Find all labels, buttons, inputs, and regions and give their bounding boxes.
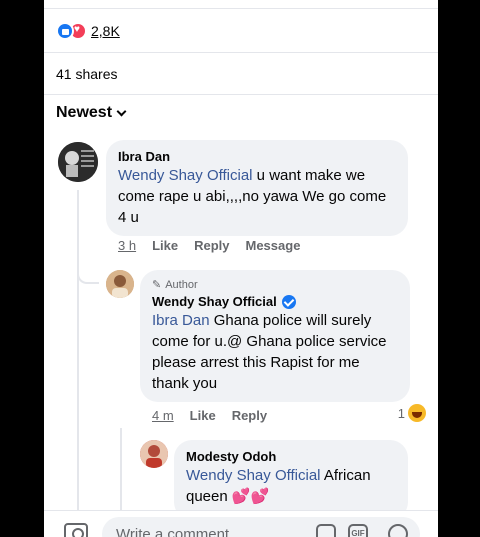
comment-actions: 4 m Like Reply — [152, 408, 267, 423]
divider — [44, 8, 438, 9]
like-button[interactable]: Like — [190, 408, 216, 423]
pencil-icon: ✎ — [152, 279, 162, 291]
sticker-icon[interactable] — [316, 524, 336, 537]
comment-time[interactable]: 3 h — [118, 238, 136, 253]
avatar[interactable] — [106, 270, 134, 298]
comment-reaction[interactable]: 1 — [398, 404, 426, 422]
comment-bubble: Modesty Odoh Wendy Shay Official African… — [174, 440, 408, 520]
mention-link[interactable]: Wendy Shay Official — [186, 467, 321, 484]
reaction-count[interactable]: 2,8K — [91, 23, 120, 39]
camera-icon[interactable] — [64, 523, 88, 537]
comment-actions: 3 h Like Reply Message — [118, 238, 300, 253]
like-button[interactable]: Like — [152, 238, 178, 253]
comment-input[interactable]: Write a comment — [102, 517, 420, 537]
author-badge: ✎ Author — [152, 278, 198, 292]
avatar-image-icon — [140, 440, 168, 468]
comment-text: Ibra Dan Ghana police will surely come f… — [152, 312, 387, 392]
commenter-name[interactable]: Modesty Odoh — [186, 448, 396, 465]
verified-badge-icon — [281, 294, 296, 309]
comment-composer: Write a comment GIF — [44, 510, 438, 537]
comment-bubble: ✎ Author Wendy Shay Official Ibra Dan Gh… — [140, 270, 410, 402]
avatar-image-icon — [58, 142, 98, 182]
like-reaction-icon — [56, 22, 74, 40]
reaction-count: 1 — [397, 405, 405, 421]
post-comments-screen: 2,8K 41 shares Newest Ibra Dan Wendy Sha… — [44, 0, 438, 537]
commenter-name[interactable]: Wendy Shay Official — [152, 293, 398, 310]
comment-bubble: Ibra Dan Wendy Shay Official u want make… — [106, 140, 408, 236]
reply-button[interactable]: Reply — [194, 238, 229, 253]
reply-button[interactable]: Reply — [232, 408, 267, 423]
reactions-summary[interactable]: 2,8K — [56, 20, 120, 42]
sort-label: Newest — [56, 104, 113, 121]
hearts-emoji: 💕💕 — [231, 488, 270, 505]
emoji-icon[interactable] — [388, 524, 408, 537]
comment-text: Wendy Shay Official u want make we come … — [118, 167, 387, 226]
mention-link[interactable]: Wendy Shay Official — [118, 167, 253, 184]
sort-dropdown[interactable]: Newest — [56, 104, 127, 122]
gif-icon[interactable]: GIF — [348, 524, 368, 537]
mention-link[interactable]: Ibra Dan — [152, 312, 210, 329]
message-button[interactable]: Message — [246, 238, 301, 253]
haha-reaction-icon — [408, 404, 426, 422]
avatar[interactable] — [140, 440, 168, 468]
avatar[interactable] — [58, 142, 98, 182]
shares-count[interactable]: 41 shares — [56, 66, 117, 82]
comment-text: Wendy Shay Official African queen 💕💕 — [186, 467, 371, 505]
chevron-down-icon — [116, 106, 127, 116]
avatar-image-icon — [106, 270, 134, 298]
divider — [44, 94, 438, 95]
thread-connector — [77, 262, 99, 284]
comment-time[interactable]: 4 m — [152, 408, 174, 423]
divider — [44, 52, 438, 53]
thread-line — [77, 190, 79, 530]
commenter-name[interactable]: Ibra Dan — [118, 148, 396, 165]
